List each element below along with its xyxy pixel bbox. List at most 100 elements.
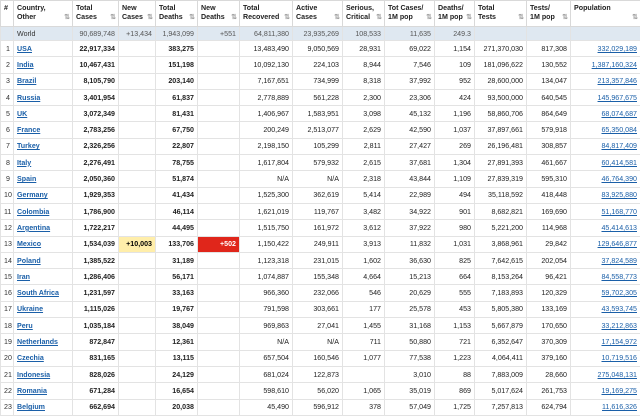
row-index: 1 <box>1 41 14 57</box>
country-link[interactable]: Ukraine <box>17 305 43 313</box>
column-header-total-deaths[interactable]: TotalDeaths⇅ <box>156 1 198 27</box>
new-cases-cell: +13,434 <box>119 27 156 41</box>
country-link[interactable]: Brazil <box>17 77 36 85</box>
table-row: 16South Africa1,231,59733,163966,360232,… <box>1 285 640 301</box>
new-deaths-cell: +551 <box>198 27 240 41</box>
row-index: 11 <box>1 203 14 219</box>
country-cell: South Africa <box>14 285 73 301</box>
country-link[interactable]: Spain <box>17 175 36 183</box>
column-header-active-cases[interactable]: ActiveCases⇅ <box>293 1 343 27</box>
country-link[interactable]: South Africa <box>17 289 59 297</box>
country-link[interactable]: Colombia <box>17 208 49 216</box>
country-link[interactable]: Belgium <box>17 403 45 411</box>
sort-icon[interactable]: ⇅ <box>64 13 70 22</box>
country-link[interactable]: Peru <box>17 322 33 330</box>
sort-icon[interactable]: ⇅ <box>189 13 195 22</box>
country-link[interactable]: UK <box>17 110 27 118</box>
sort-icon[interactable]: ⇅ <box>334 13 340 22</box>
cases-per-million-cell: 20,629 <box>385 285 435 301</box>
sort-icon[interactable]: ⇅ <box>518 13 524 22</box>
column-header-new-deaths[interactable]: NewDeaths ⇅ <box>198 1 240 27</box>
country-cell: Belgium <box>14 399 73 415</box>
population-link[interactable]: 17,154,972 <box>601 338 637 346</box>
population-link[interactable]: 43,593,745 <box>601 305 637 313</box>
column-header-total-tests[interactable]: TotalTests⇅ <box>475 1 527 27</box>
country-link[interactable]: Czechia <box>17 354 44 362</box>
population-link[interactable]: 65,350,084 <box>601 126 637 134</box>
population-link[interactable]: 59,702,305 <box>601 289 637 297</box>
column-header-country[interactable]: Country,Other⇅ <box>14 1 73 27</box>
column-header-cases-per-million[interactable]: Tot Cases/1M pop⇅ <box>385 1 435 27</box>
country-link[interactable]: Netherlands <box>17 338 58 346</box>
population-link[interactable]: 11,616,326 <box>602 403 637 411</box>
country-link[interactable]: Mexico <box>17 240 41 248</box>
active-cases-cell: 231,015 <box>293 252 343 268</box>
population-link[interactable]: 84,558,773 <box>601 273 637 281</box>
sort-icon[interactable]: ⇅ <box>231 13 237 22</box>
sort-icon[interactable]: ⇅ <box>376 13 382 22</box>
column-header-serious-critical[interactable]: Serious,Critical⇅ <box>343 1 385 27</box>
population-cell: 17,154,972 <box>571 334 640 350</box>
column-header-total-recovered[interactable]: TotalRecovered⇅ <box>240 1 293 27</box>
column-header-deaths-per-million[interactable]: Deaths/1M pop⇅ <box>435 1 475 27</box>
population-link[interactable]: 51,168,770 <box>601 208 637 216</box>
column-header-new-cases[interactable]: NewCases⇅ <box>119 1 156 27</box>
population-link[interactable]: 45,414,613 <box>601 224 637 232</box>
column-header-tests-per-million[interactable]: Tests/1M pop⇅ <box>527 1 571 27</box>
total-cases-cell: 1,722,217 <box>73 220 119 236</box>
tests-per-million-cell: 308,857 <box>527 138 571 154</box>
country-link[interactable]: USA <box>17 45 32 53</box>
country-link[interactable]: Russia <box>17 94 40 102</box>
row-index: 4 <box>1 89 14 105</box>
country-cell: France <box>14 122 73 138</box>
population-link[interactable]: 1,387,160,324 <box>592 61 637 69</box>
population-cell: 145,967,675 <box>571 89 640 105</box>
population-link[interactable]: 83,925,880 <box>601 191 637 199</box>
sort-icon[interactable]: ⇅ <box>426 13 432 22</box>
population-link[interactable]: 275,048,131 <box>598 371 637 379</box>
deaths-per-million-cell: 249.3 <box>435 27 475 41</box>
active-cases-cell: 232,066 <box>293 285 343 301</box>
country-cell: Indonesia <box>14 366 73 382</box>
active-cases-cell: 155,348 <box>293 269 343 285</box>
total-tests-cell: 271,370,030 <box>475 41 527 57</box>
sort-icon[interactable]: ⇅ <box>562 13 568 22</box>
sort-icon[interactable]: ⇅ <box>466 13 472 22</box>
sort-icon[interactable]: ⇅ <box>284 13 290 22</box>
population-link[interactable]: 84,817,409 <box>601 142 637 150</box>
population-link[interactable]: 68,074,687 <box>601 110 637 118</box>
country-link[interactable]: Argentina <box>17 224 50 232</box>
population-link[interactable]: 332,029,189 <box>598 45 637 53</box>
row-index: 23 <box>1 399 14 415</box>
column-header-total-cases[interactable]: TotalCases⇅ <box>73 1 119 27</box>
serious-cell: 1,065 <box>343 383 385 399</box>
population-link[interactable]: 60,414,581 <box>601 159 637 167</box>
total-tests-cell: 27,891,393 <box>475 155 527 171</box>
population-link[interactable]: 129,646,877 <box>598 240 637 248</box>
population-link[interactable]: 33,212,863 <box>601 322 637 330</box>
population-link[interactable]: 37,824,589 <box>601 257 637 265</box>
serious-cell: 1,077 <box>343 350 385 366</box>
country-link[interactable]: Germany <box>17 191 48 199</box>
country-link[interactable]: France <box>17 126 40 134</box>
country-link[interactable]: Romania <box>17 387 47 395</box>
new-deaths-cell <box>198 155 240 171</box>
sort-icon[interactable]: ⇅ <box>147 13 153 22</box>
population-link[interactable]: 145,967,675 <box>598 94 637 102</box>
serious-cell: 2,318 <box>343 171 385 187</box>
column-header-population[interactable]: Population⇅ <box>571 1 640 27</box>
population-link[interactable]: 10,719,516 <box>601 354 637 362</box>
country-link[interactable]: Poland <box>17 257 41 265</box>
country-link[interactable]: Iran <box>17 273 30 281</box>
country-link[interactable]: Indonesia <box>17 371 50 379</box>
total-tests-cell: 3,868,961 <box>475 236 527 252</box>
population-link[interactable]: 46,764,390 <box>601 175 637 183</box>
sort-icon[interactable]: ⇅ <box>632 13 638 22</box>
country-link[interactable]: Turkey <box>17 142 40 150</box>
population-link[interactable]: 213,357,846 <box>598 77 637 85</box>
country-link[interactable]: India <box>17 61 34 69</box>
population-link[interactable]: 19,169,275 <box>601 387 637 395</box>
column-header-label: NewDeaths <box>201 4 225 21</box>
sort-icon[interactable]: ⇅ <box>110 13 116 22</box>
country-link[interactable]: Italy <box>17 159 31 167</box>
